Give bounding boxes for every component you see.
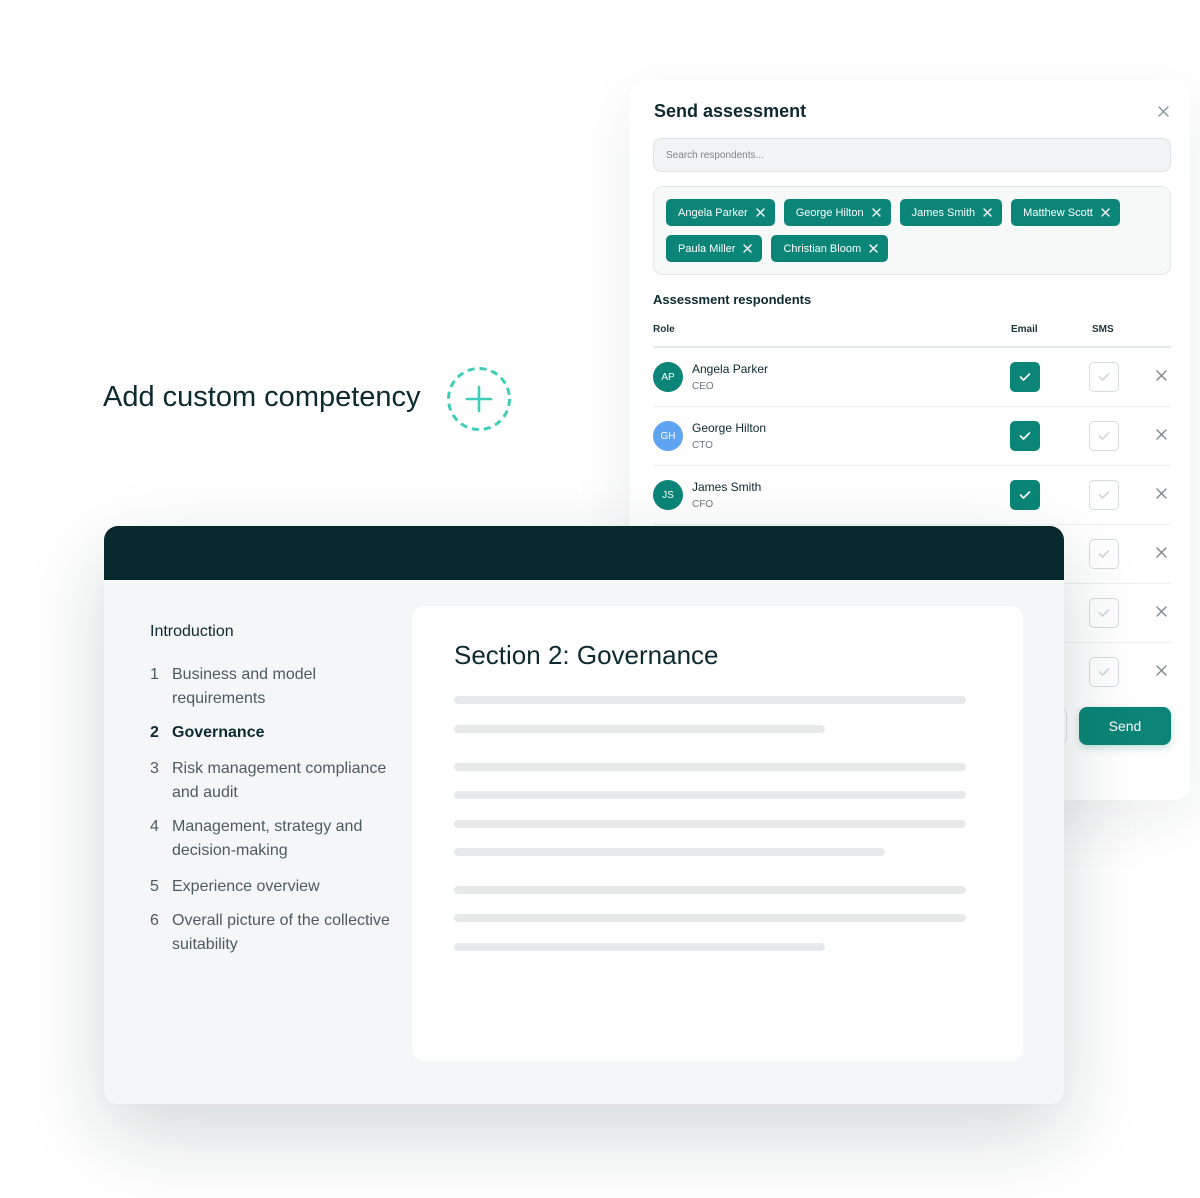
section-title: Business and model requirements — [172, 666, 317, 707]
text-placeholder-line — [454, 696, 966, 704]
respondent-chip: Christian Bloom — [771, 235, 889, 262]
respondent-role: CFO — [692, 499, 714, 510]
nav-item-introduction[interactable]: Introduction — [150, 623, 234, 641]
text-placeholder-line — [454, 725, 825, 733]
check-icon — [1098, 491, 1110, 499]
close-icon[interactable] — [871, 208, 881, 217]
avatar: AP — [653, 362, 683, 392]
text-placeholder-line — [454, 763, 966, 771]
section-content: Section 2: Governance — [412, 606, 1023, 1061]
sms-checkbox[interactable] — [1089, 598, 1119, 628]
email-checkbox[interactable] — [1010, 480, 1040, 510]
sms-checkbox[interactable] — [1089, 480, 1119, 510]
sms-checkbox[interactable] — [1089, 421, 1119, 451]
panel-title: Send assessment — [654, 101, 807, 121]
section-number: 5 — [150, 878, 159, 895]
send-button[interactable]: Send — [1079, 707, 1171, 745]
respondent-role: CTO — [692, 440, 713, 451]
table-row: AP Angela Parker CEO — [653, 348, 1171, 407]
text-placeholder-line — [454, 914, 966, 922]
email-checkbox[interactable] — [1010, 362, 1040, 392]
assessment-window: Introduction 1 Business and model requir… — [104, 526, 1064, 1104]
respondents-heading: Assessment respondents — [653, 292, 812, 307]
section-number: 3 — [150, 760, 159, 777]
section-title: Overall picture of the collective suitab… — [172, 912, 390, 953]
check-icon — [1098, 373, 1110, 381]
respondent-chip: George Hilton — [783, 199, 891, 226]
section-number: 1 — [150, 666, 159, 683]
check-icon — [1019, 373, 1031, 381]
remove-respondent-icon[interactable] — [1156, 370, 1168, 382]
close-icon[interactable] — [756, 208, 765, 217]
avatar: JS — [653, 480, 683, 510]
chip-label: Christian Bloom — [783, 242, 862, 255]
table-row: GH George Hilton CTO — [653, 407, 1171, 466]
respondent-name: James Smith — [692, 480, 762, 494]
section-heading: Section 2: Governance — [454, 640, 719, 670]
check-icon — [1019, 491, 1031, 499]
table-row: JS James Smith CFO — [653, 466, 1171, 525]
avatar: GH — [653, 421, 683, 451]
email-checkbox[interactable] — [1010, 421, 1040, 451]
check-icon — [1098, 609, 1110, 617]
table-header: Role Email SMS — [653, 324, 1171, 348]
check-icon — [1098, 668, 1110, 676]
remove-respondent-icon[interactable] — [1156, 665, 1168, 677]
close-icon[interactable] — [1156, 104, 1170, 118]
respondent-chip: Paula Miller — [666, 235, 763, 262]
column-header-email: Email — [1011, 324, 1038, 335]
chip-label: Paula Miller — [678, 242, 736, 255]
check-icon — [1019, 432, 1031, 440]
remove-respondent-icon[interactable] — [1156, 488, 1168, 500]
search-input[interactable] — [653, 138, 1171, 172]
selected-respondents: Angela Parker George Hilton James Smith … — [653, 186, 1171, 275]
section-title: Risk management compliance and audit — [172, 760, 387, 801]
text-placeholder-line — [454, 886, 966, 894]
check-icon — [1098, 432, 1110, 440]
chip-label: James Smith — [911, 206, 976, 219]
sms-checkbox[interactable] — [1089, 657, 1119, 687]
text-placeholder-line — [454, 943, 825, 951]
section-number: 2 — [150, 724, 159, 741]
add-competency-button[interactable] — [446, 366, 512, 432]
remove-respondent-icon[interactable] — [1156, 547, 1168, 559]
add-competency-label: Add custom competency — [103, 381, 421, 413]
respondent-chip: James Smith — [899, 199, 1003, 226]
section-title: Governance — [172, 724, 265, 741]
plus-icon — [447, 367, 511, 431]
chip-label: Matthew Scott — [1023, 206, 1093, 219]
chip-label: Angela Parker — [678, 206, 748, 219]
respondent-name: Angela Parker — [692, 362, 769, 376]
close-icon[interactable] — [743, 244, 753, 253]
text-placeholder-line — [454, 848, 885, 856]
chip-label: George Hilton — [795, 206, 864, 219]
check-icon — [1098, 550, 1110, 558]
column-header-role: Role — [653, 324, 675, 335]
window-header — [104, 526, 1064, 580]
close-icon[interactable] — [1101, 208, 1110, 217]
remove-respondent-icon[interactable] — [1156, 606, 1168, 618]
text-placeholder-line — [454, 820, 966, 828]
respondent-name: George Hilton — [692, 421, 767, 435]
section-title: Management, strategy and decision-making — [172, 818, 363, 859]
text-placeholder-line — [454, 791, 966, 799]
remove-respondent-icon[interactable] — [1156, 429, 1168, 441]
section-number: 6 — [150, 912, 159, 929]
section-title: Experience overview — [172, 878, 320, 895]
respondent-chip: Matthew Scott — [1011, 199, 1120, 226]
section-number: 4 — [150, 818, 159, 835]
close-icon[interactable] — [869, 244, 878, 253]
column-header-sms: SMS — [1092, 324, 1114, 335]
respondent-role: CEO — [692, 381, 714, 392]
close-icon[interactable] — [983, 208, 992, 217]
sms-checkbox[interactable] — [1089, 539, 1119, 569]
sms-checkbox[interactable] — [1089, 362, 1119, 392]
respondent-chip: Angela Parker — [666, 199, 775, 226]
